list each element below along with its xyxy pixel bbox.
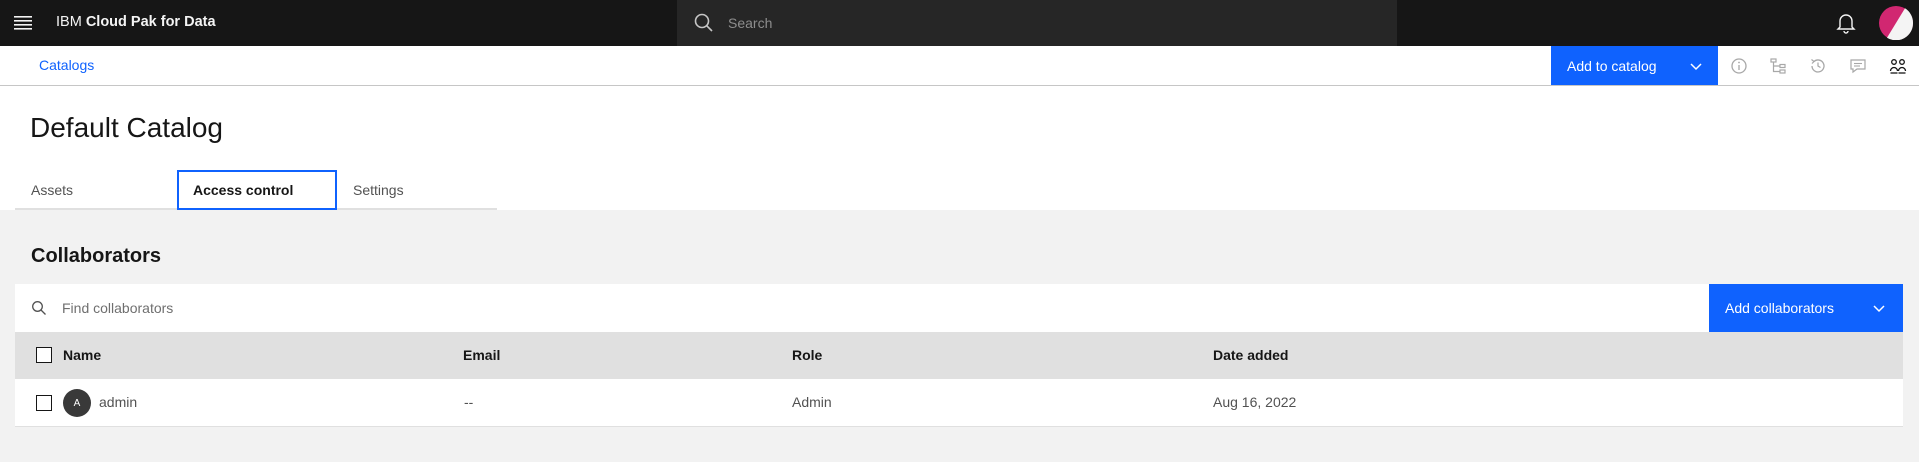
chevron-down-icon — [1688, 58, 1704, 74]
comment-icon[interactable] — [1849, 57, 1867, 75]
user-avatar[interactable] — [1876, 3, 1916, 43]
row-checkbox[interactable] — [36, 395, 52, 411]
brand-name: Cloud Pak for Data — [85, 14, 216, 30]
add-collaborators-button[interactable]: Add collaborators — [1709, 284, 1903, 332]
menu-icon[interactable] — [11, 11, 35, 35]
add-to-catalog-button[interactable]: Add to catalog — [1551, 46, 1718, 85]
product-name[interactable]: IBM Cloud Pak for Data — [56, 14, 216, 30]
section-title: Collaborators — [31, 245, 162, 267]
cell-name: admin — [99, 394, 138, 410]
history-icon[interactable] — [1809, 57, 1827, 75]
table-row[interactable]: A admin -- Admin Aug 16, 2022 — [15, 379, 1903, 427]
add-collaborators-label: Add collaborators — [1725, 300, 1834, 316]
tab-access-control[interactable]: Access control — [177, 170, 337, 210]
tab-list: Assets Access control Settings — [15, 170, 497, 210]
add-to-catalog-label: Add to catalog — [1567, 57, 1657, 74]
column-header-role[interactable]: Role — [792, 347, 822, 363]
avatar: A — [63, 389, 91, 417]
cell-role: Admin — [792, 394, 832, 410]
cell-date-added: Aug 16, 2022 — [1213, 394, 1297, 410]
page-title: Default Catalog — [30, 112, 224, 143]
global-search[interactable] — [677, 0, 1397, 46]
search-icon — [693, 12, 715, 34]
collaborators-icon[interactable] — [1889, 57, 1907, 75]
find-collaborators-input[interactable] — [62, 284, 1662, 332]
brand-prefix: IBM — [56, 14, 82, 30]
lineage-icon[interactable] — [1769, 57, 1787, 75]
table-header: Name Email Role Date added — [15, 332, 1903, 379]
search-icon — [31, 300, 47, 316]
select-all-checkbox[interactable] — [36, 347, 52, 363]
tab-assets[interactable]: Assets — [15, 170, 177, 210]
secondary-toolbar: Catalogs Add to catalog — [0, 46, 1919, 86]
page-header: Default Catalog Assets Access control Se… — [0, 86, 1919, 210]
top-navigation-bar: IBM Cloud Pak for Data — [0, 0, 1919, 46]
column-header-date-added[interactable]: Date added — [1213, 347, 1288, 363]
column-header-email[interactable]: Email — [463, 347, 500, 363]
chevron-down-icon — [1871, 300, 1887, 316]
column-header-name[interactable]: Name — [63, 347, 101, 363]
tab-settings[interactable]: Settings — [337, 170, 497, 210]
breadcrumb-catalogs[interactable]: Catalogs — [39, 57, 94, 73]
notification-bell-icon[interactable] — [1834, 11, 1858, 35]
global-search-input[interactable] — [728, 0, 1388, 46]
info-icon[interactable] — [1730, 57, 1748, 75]
cell-email: -- — [464, 394, 474, 410]
collaborator-search[interactable] — [15, 284, 1709, 332]
